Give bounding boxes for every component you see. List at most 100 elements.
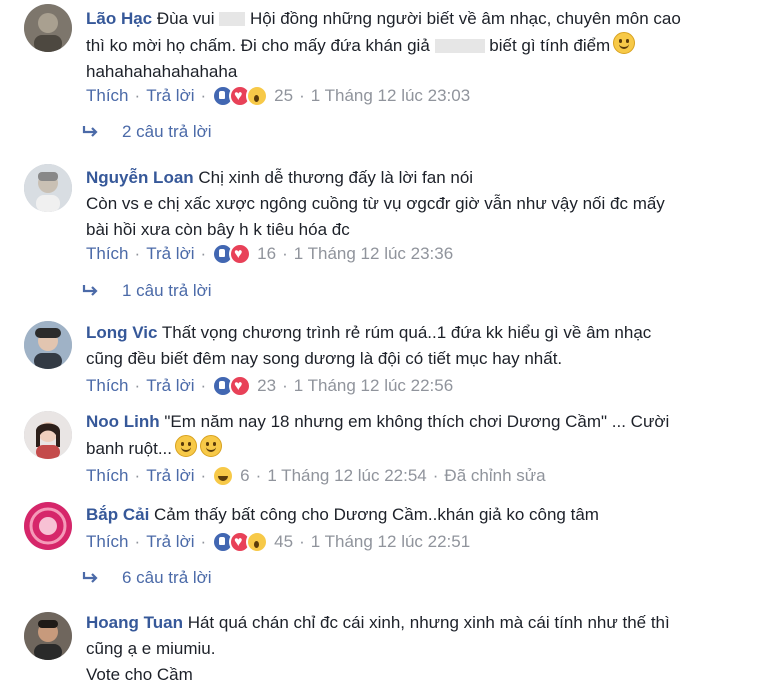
separator: · xyxy=(200,244,207,263)
comment-text: Đùa vui xyxy=(156,9,220,28)
redacted-text xyxy=(219,12,246,26)
reply-link[interactable]: Trả lời xyxy=(146,241,194,267)
laughing-emoji-icon xyxy=(175,435,198,457)
comment-time[interactable]: 1 Tháng 12 lúc 23:03 xyxy=(311,83,470,109)
comment-actions: Thích · Trả lời · 6 · 1 Tháng 12 lúc 22:… xyxy=(86,463,546,489)
avatar[interactable] xyxy=(24,502,72,550)
comment-feed: Lão Hạc Đùa vui Hội đồng những người biế… xyxy=(0,0,780,688)
comment-body: Hoang Tuan Hát quá chán chỉ đc cái xinh,… xyxy=(86,610,746,688)
like-link[interactable]: Thích xyxy=(86,83,129,109)
comment-actions: Thích · Trả lời · 23 · 1 Tháng 12 lúc 22… xyxy=(86,373,453,399)
comment-author[interactable]: Bắp Cải xyxy=(86,505,149,524)
reply-link[interactable]: Trả lời xyxy=(146,373,194,399)
separator: · xyxy=(282,244,288,263)
separator: · xyxy=(200,532,207,551)
comment-body: Lão Hạc Đùa vui Hội đồng những người biế… xyxy=(86,6,746,85)
reaction-count[interactable]: 25 xyxy=(274,83,293,109)
comment-text: Hội đồng những người biết về âm nhạc, ch… xyxy=(245,9,681,28)
love-reaction-icon xyxy=(229,243,252,265)
reply-arrow-icon xyxy=(82,126,98,137)
laughing-emoji-icon xyxy=(200,435,223,457)
comment-author[interactable]: Hoang Tuan xyxy=(86,613,183,632)
like-link[interactable]: Thích xyxy=(86,529,129,555)
reaction-count[interactable]: 6 xyxy=(240,463,249,489)
reply-arrow-icon xyxy=(82,285,98,296)
like-link[interactable]: Thích xyxy=(86,463,129,489)
comment-actions: Thích · Trả lời · 25 · 1 Tháng 12 lúc 23… xyxy=(86,83,470,109)
edited-label[interactable]: Đã chỉnh sửa xyxy=(444,463,545,489)
like-link[interactable]: Thích xyxy=(86,373,129,399)
comment-text: Hát quá chán chỉ đc cái xinh, nhưng xinh… xyxy=(187,613,670,632)
comment-time[interactable]: 1 Tháng 12 lúc 22:54 xyxy=(267,463,426,489)
avatar[interactable] xyxy=(24,164,72,212)
separator: · xyxy=(255,466,262,485)
reply-link[interactable]: Trả lời xyxy=(146,463,194,489)
view-replies-link[interactable]: 1 câu trả lời xyxy=(82,279,212,303)
separator: · xyxy=(134,532,141,551)
reaction-icons[interactable] xyxy=(212,531,269,553)
comment-author[interactable]: Nguyễn Loan xyxy=(86,168,194,187)
reaction-count[interactable]: 45 xyxy=(274,529,293,555)
reaction-icons[interactable] xyxy=(212,465,235,487)
comment-text: hahahahahahahaha xyxy=(86,62,238,81)
comment-text: biết gì tính điểm xyxy=(484,36,611,55)
comment-text: cũng đều biết đêm nay song dương là đội … xyxy=(86,349,563,368)
comment-author[interactable]: Lão Hạc xyxy=(86,9,152,28)
wow-reaction-icon xyxy=(246,85,269,107)
replies-count-label: 6 câu trả lời xyxy=(122,568,212,587)
separator: · xyxy=(432,466,439,485)
reply-link[interactable]: Trả lời xyxy=(146,83,194,109)
comment-text: thì ko mời họ chấm. Đi cho mấy đứa khán … xyxy=(86,36,435,55)
view-replies-link[interactable]: 6 câu trả lời xyxy=(82,566,212,590)
separator: · xyxy=(134,244,141,263)
separator: · xyxy=(200,86,207,105)
reaction-icons[interactable] xyxy=(212,85,269,107)
avatar[interactable] xyxy=(24,612,72,660)
avatar[interactable] xyxy=(24,321,72,369)
reaction-icons[interactable] xyxy=(212,243,252,265)
separator: · xyxy=(299,532,305,551)
reaction-count[interactable]: 23 xyxy=(257,373,276,399)
separator: · xyxy=(200,376,207,395)
comment-author[interactable]: Long Vic xyxy=(86,323,157,342)
haha-reaction-icon xyxy=(212,465,235,487)
separator: · xyxy=(299,86,305,105)
avatar[interactable] xyxy=(24,411,72,459)
redacted-text xyxy=(434,39,485,53)
comment-text: Thất vọng chương trình rẻ rúm quá..1 đứa… xyxy=(161,323,652,342)
comment-author[interactable]: Noo Linh xyxy=(86,412,160,431)
comment-text: Vote cho Cầm xyxy=(86,665,193,684)
comment-time[interactable]: 1 Tháng 12 lúc 23:36 xyxy=(294,241,453,267)
like-link[interactable]: Thích xyxy=(86,241,129,267)
separator: · xyxy=(134,466,141,485)
reaction-icons[interactable] xyxy=(212,375,252,397)
separator: · xyxy=(134,376,141,395)
love-reaction-icon xyxy=(229,375,252,397)
avatar[interactable] xyxy=(24,4,72,52)
reaction-count[interactable]: 16 xyxy=(257,241,276,267)
comment-body: Nguyễn Loan Chị xinh dễ thương đấy là lờ… xyxy=(86,165,746,243)
replies-count-label: 2 câu trả lời xyxy=(122,122,212,141)
reply-arrow-icon xyxy=(82,572,98,583)
comment-time[interactable]: 1 Tháng 12 lúc 22:51 xyxy=(311,529,470,555)
comment-text: Chị xinh dễ thương đấy là lời fan nói xyxy=(198,168,474,187)
comment-text: cũng ạ e miumiu. xyxy=(86,639,216,658)
comment-actions: Thích · Trả lời · 16 · 1 Tháng 12 lúc 23… xyxy=(86,241,453,267)
replies-count-label: 1 câu trả lời xyxy=(122,281,212,300)
reply-link[interactable]: Trả lời xyxy=(146,529,194,555)
comment-actions: Thích · Trả lời · 45 · 1 Tháng 12 lúc 22… xyxy=(86,529,470,555)
comment-body: Long Vic Thất vọng chương trình rẻ rúm q… xyxy=(86,320,746,372)
comment-time[interactable]: 1 Tháng 12 lúc 22:56 xyxy=(294,373,453,399)
view-replies-link[interactable]: 2 câu trả lời xyxy=(82,120,212,144)
separator: · xyxy=(282,376,288,395)
comment-body: Noo Linh "Em năm nay 18 nhưng em không t… xyxy=(86,409,746,462)
separator: · xyxy=(200,466,207,485)
separator: · xyxy=(134,86,141,105)
comment-body: Bắp Cải Cảm thấy bất công cho Dương Cầm.… xyxy=(86,502,746,528)
comment-text: "Em năm nay 18 nhưng em không thích chơi… xyxy=(164,412,670,431)
wow-reaction-icon xyxy=(246,531,269,553)
smile-emoji-icon xyxy=(613,32,636,54)
comment-text: Cảm thấy bất công cho Dương Cầm..khán gi… xyxy=(154,505,599,524)
comment-text: bài hồi xưa còn bây h k tiêu hóa đc xyxy=(86,220,350,239)
comment-text: Còn vs e chị xấc xược ngông cuồng từ vụ … xyxy=(86,194,665,213)
